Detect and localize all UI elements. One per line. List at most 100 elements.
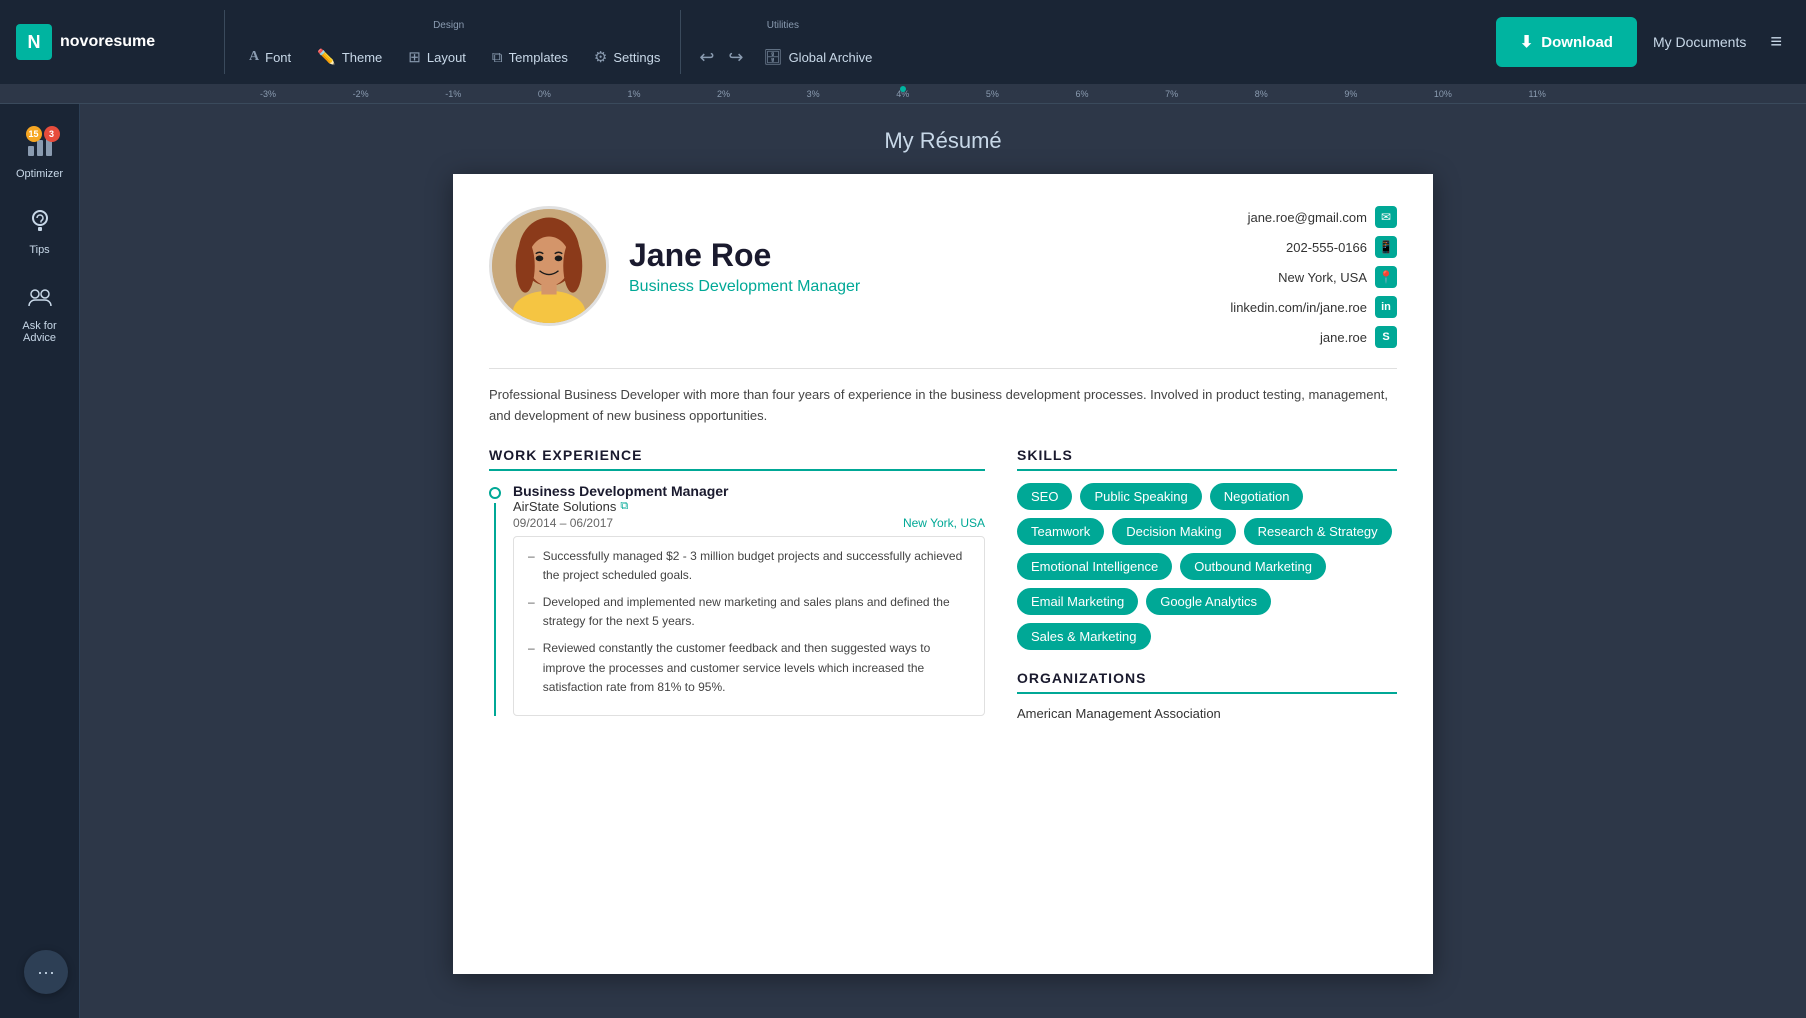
- skill-tag-outbound-marketing: Outbound Marketing: [1180, 553, 1326, 580]
- skype-icon: S: [1375, 326, 1397, 348]
- layout-button[interactable]: ⊞ Layout: [396, 40, 478, 74]
- contact-linkedin: linkedin.com/in/jane.roe in: [1230, 296, 1397, 318]
- ruler-mark: 0%: [538, 89, 551, 99]
- settings-button[interactable]: ⚙ Settings: [582, 40, 672, 74]
- sidebar-item-tips[interactable]: Tips: [6, 198, 74, 266]
- logo-icon: N: [16, 24, 52, 60]
- skill-tag-research-strategy: Research & Strategy: [1244, 518, 1392, 545]
- work-experience-title: WORK EXPERIENCE: [489, 447, 985, 471]
- ruler-mark: 11%: [1529, 89, 1546, 99]
- optimizer-badge-orange: 15: [26, 126, 42, 142]
- ruler-mark: -2%: [353, 89, 369, 99]
- archive-icon: 🗄: [764, 48, 783, 66]
- contact-location-value: New York, USA: [1278, 270, 1367, 285]
- skill-tag-negotiation: Negotiation: [1210, 483, 1304, 510]
- skills-tags: SEO Public Speaking Negotiation Teamwork…: [1017, 483, 1397, 650]
- ruler-mark: -3%: [260, 89, 276, 99]
- redo-button[interactable]: ↪: [722, 41, 749, 74]
- resume-paper: Jane Roe Business Development Manager ja…: [453, 174, 1433, 974]
- layout-icon: ⊞: [408, 48, 421, 66]
- skills-column: SKILLS SEO Public Speaking Negotiation T…: [1017, 447, 1397, 728]
- theme-button[interactable]: ✏️ Theme: [305, 40, 394, 74]
- ruler-mark: 5%: [986, 89, 999, 99]
- bullet-item: – Reviewed constantly the customer feedb…: [528, 639, 970, 697]
- font-icon: A: [249, 49, 259, 65]
- hamburger-icon: ≡: [1770, 31, 1782, 53]
- global-archive-button[interactable]: 🗄 Global Archive: [752, 40, 885, 74]
- organizations-title: ORGANIZATIONS: [1017, 670, 1397, 694]
- undo-button[interactable]: ↩: [693, 41, 720, 74]
- design-section: Design A Font ✏️ Theme ⊞ Layout ⧉ Templa…: [224, 10, 672, 74]
- skill-tag-seo: SEO: [1017, 483, 1072, 510]
- sidebar-item-ask-advice[interactable]: Ask for Advice: [6, 274, 74, 354]
- font-button[interactable]: A Font: [237, 41, 303, 73]
- ask-advice-icon: [27, 284, 53, 316]
- job-location: New York, USA: [903, 516, 985, 530]
- skills-title: SKILLS: [1017, 447, 1397, 471]
- resume-columns: WORK EXPERIENCE Business Development Man…: [489, 447, 1397, 728]
- bullet-text: Reviewed constantly the customer feedbac…: [543, 639, 970, 697]
- contact-skype-value: jane.roe: [1320, 330, 1367, 345]
- ruler-mark: 7%: [1165, 89, 1178, 99]
- external-link-icon[interactable]: ⧉: [620, 500, 628, 513]
- timeline-line: [494, 503, 496, 716]
- ruler-mark: 1%: [627, 89, 640, 99]
- download-button[interactable]: ⬇ Download: [1496, 17, 1637, 67]
- bullet-item: – Developed and implemented new marketin…: [528, 593, 970, 631]
- resume-header: Jane Roe Business Development Manager ja…: [489, 206, 1397, 348]
- header-name-area: Jane Roe Business Development Manager: [629, 237, 860, 296]
- ruler-mark: 9%: [1344, 89, 1357, 99]
- bullet-dash: –: [528, 639, 535, 697]
- job-company: AirState Solutions ⧉: [513, 499, 985, 514]
- chat-bubble[interactable]: ···: [24, 950, 68, 994]
- ruler-mark: 2%: [717, 89, 730, 99]
- tips-label: Tips: [29, 244, 49, 256]
- ruler-mark: -1%: [445, 89, 461, 99]
- left-sidebar: 15 3 Optimizer Tips: [0, 104, 80, 1018]
- tips-icon: [27, 208, 53, 240]
- ruler-mark: 8%: [1255, 89, 1268, 99]
- utilities-section: Utilities ↩ ↪ 🗄 Global Archive: [680, 10, 884, 74]
- resume-name: Jane Roe: [629, 237, 860, 274]
- main-layout: 15 3 Optimizer Tips: [0, 104, 1806, 1018]
- work-experience-column: WORK EXPERIENCE Business Development Man…: [489, 447, 985, 728]
- location-icon: 📍: [1375, 266, 1397, 288]
- sidebar-item-optimizer[interactable]: 15 3 Optimizer: [6, 120, 74, 190]
- ruler: -3% -2% -1% 0% 1% 2% 3% 4% 5% 6% 7% 8% 9…: [0, 84, 1806, 104]
- contact-email: jane.roe@gmail.com ✉: [1248, 206, 1397, 228]
- header-left: Jane Roe Business Development Manager: [489, 206, 860, 326]
- templates-button[interactable]: ⧉ Templates: [480, 41, 580, 74]
- utilities-label: Utilities: [767, 20, 799, 31]
- organization-name: American Management Association: [1017, 706, 1397, 721]
- logo-area: N novoresume: [16, 24, 216, 60]
- skill-tag-teamwork: Teamwork: [1017, 518, 1104, 545]
- job-dates: 09/2014 – 06/2017: [513, 516, 613, 530]
- settings-icon: ⚙: [594, 48, 607, 66]
- design-label: Design: [433, 20, 464, 31]
- contact-phone-value: 202-555-0166: [1286, 240, 1367, 255]
- ruler-mark: 10%: [1434, 89, 1452, 99]
- contact-skype: jane.roe S: [1320, 326, 1397, 348]
- phone-icon: 📱: [1375, 236, 1397, 258]
- skill-tag-sales-marketing: Sales & Marketing: [1017, 623, 1151, 650]
- header-right: jane.roe@gmail.com ✉ 202-555-0166 📱 New …: [1230, 206, 1397, 348]
- avatar: [489, 206, 609, 326]
- chat-icon: ···: [37, 962, 55, 983]
- contact-phone: 202-555-0166 📱: [1286, 236, 1397, 258]
- timeline: [489, 483, 501, 716]
- optimizer-badge-red: 3: [44, 126, 60, 142]
- resume-job-title: Business Development Manager: [629, 278, 860, 296]
- optimizer-label: Optimizer: [16, 168, 63, 180]
- my-documents-button[interactable]: My Documents: [1637, 26, 1762, 58]
- resume-summary: Professional Business Developer with mor…: [489, 368, 1397, 427]
- hamburger-menu-button[interactable]: ≡: [1762, 23, 1790, 62]
- bullet-dash: –: [528, 593, 535, 631]
- skill-tag-google-analytics: Google Analytics: [1146, 588, 1271, 615]
- contact-email-value: jane.roe@gmail.com: [1248, 210, 1367, 225]
- download-icon: ⬇: [1520, 32, 1533, 52]
- skill-tag-emotional-intelligence: Emotional Intelligence: [1017, 553, 1172, 580]
- job-meta: 09/2014 – 06/2017 New York, USA: [513, 516, 985, 530]
- page-title: My Résumé: [884, 128, 1001, 154]
- templates-icon: ⧉: [492, 49, 503, 66]
- ask-advice-label: Ask for Advice: [14, 320, 66, 344]
